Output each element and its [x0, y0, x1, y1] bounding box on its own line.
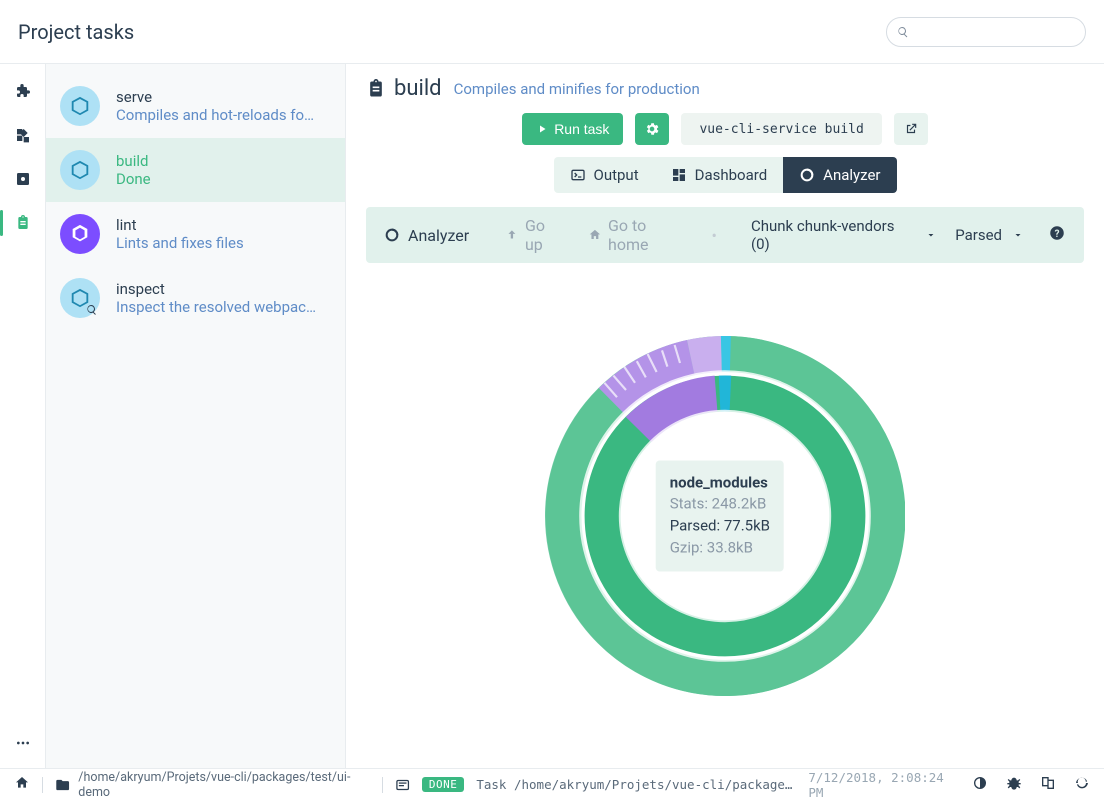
rail-more[interactable] [12, 732, 34, 754]
cube-icon [60, 150, 100, 190]
task-desc: Inspect the resolved webpac… [116, 298, 316, 316]
cube-icon [60, 86, 100, 126]
search-input[interactable] [886, 17, 1086, 47]
gear-icon [644, 121, 660, 137]
task-subtitle: Compiles and minifies for production [454, 80, 700, 98]
home-icon [588, 228, 602, 242]
open-external-button[interactable] [894, 113, 928, 145]
settings-app-icon [15, 171, 31, 187]
command-label: vue-cli-service build [681, 113, 881, 145]
status-badge: DONE [422, 777, 465, 792]
view-tabs: Output Dashboard Analyzer [366, 157, 1084, 193]
translate-icon [1040, 775, 1056, 791]
bug-icon [1006, 775, 1022, 791]
status-bug-button[interactable] [1006, 775, 1022, 795]
go-home-button[interactable]: Go to home [588, 216, 689, 254]
log-icon [395, 777, 410, 793]
tab-dashboard[interactable]: Dashboard [655, 157, 784, 193]
rail-deps[interactable] [12, 124, 34, 146]
task-name: lint [116, 216, 244, 234]
task-name: serve [116, 88, 314, 106]
nav-rail [0, 64, 46, 768]
chart-tooltip: node_modules Stats: 248.2kB Parsed: 77.5… [656, 460, 784, 571]
arrow-up-icon [505, 228, 519, 242]
rail-plugins[interactable] [12, 80, 34, 102]
task-title: build [366, 76, 442, 101]
cube-search-icon [60, 278, 100, 318]
tasks-list: serve Compiles and hot-reloads fo… build… [46, 64, 346, 768]
page-title: Project tasks [18, 20, 134, 44]
status-cwd[interactable]: /home/akryum/Projets/vue-cli/packages/te… [78, 770, 369, 800]
go-up-button[interactable]: Go up [505, 216, 566, 254]
rail-tasks[interactable] [12, 212, 34, 234]
status-home-button[interactable] [14, 775, 30, 795]
help-icon: ? [1048, 224, 1066, 242]
play-icon [536, 123, 548, 135]
tab-analyzer[interactable]: Analyzer [783, 157, 896, 193]
puzzle-icon [15, 83, 31, 99]
status-refresh-button[interactable] [1074, 775, 1090, 795]
task-settings-button[interactable] [635, 113, 669, 145]
task-item-serve[interactable]: serve Compiles and hot-reloads fo… [46, 74, 345, 138]
chevron-down-icon [1012, 229, 1024, 241]
task-item-inspect[interactable]: inspect Inspect the resolved webpac… [46, 266, 345, 330]
rail-config[interactable] [12, 168, 34, 190]
donut-icon [384, 227, 400, 243]
help-button[interactable]: ? [1048, 224, 1066, 246]
analyzer-toolbar: Analyzer Go up Go to home • Chunk chunk-… [366, 207, 1084, 263]
folder-icon [55, 777, 70, 793]
analyzer-title: Analyzer [408, 226, 469, 245]
tab-output[interactable]: Output [554, 157, 655, 193]
chunk-dropdown[interactable]: Chunk chunk-vendors (0) [751, 217, 937, 253]
dashboard-icon [671, 167, 687, 183]
refresh-icon [1074, 775, 1090, 791]
task-desc: Compiles and hot-reloads fo… [116, 106, 314, 124]
svg-text:?: ? [1055, 229, 1060, 240]
status-time: 7/12/2018, 2:08:24 PM [808, 770, 960, 800]
more-icon [15, 735, 31, 751]
task-name: build [116, 152, 151, 170]
clipboard-icon [366, 79, 386, 99]
home-icon [14, 775, 30, 791]
terminal-icon [570, 167, 586, 183]
external-link-icon [904, 122, 918, 136]
task-item-build[interactable]: build Done [46, 138, 345, 202]
task-name: inspect [116, 280, 316, 298]
contrast-icon [972, 775, 988, 791]
status-locale-button[interactable] [1040, 775, 1056, 795]
donut-icon [799, 167, 815, 183]
task-item-lint[interactable]: lint Lints and fixes files [46, 202, 345, 266]
widgets-icon [15, 127, 31, 143]
run-task-button[interactable]: Run task [522, 113, 623, 145]
task-desc: Lints and fixes files [116, 234, 244, 252]
chevron-down-icon [925, 229, 937, 241]
status-log[interactable]: Task /home/akryum/Projets/vue-cli/packag… [476, 777, 796, 792]
status-bar: /home/akryum/Projets/vue-cli/packages/te… [0, 768, 1104, 800]
status-theme-button[interactable] [972, 775, 988, 795]
search-icon [897, 26, 909, 38]
task-desc: Done [116, 170, 151, 188]
sunburst-chart[interactable]: node_modules Stats: 248.2kB Parsed: 77.5… [366, 263, 1084, 768]
hex-icon [60, 214, 100, 254]
clipboard-icon [15, 215, 31, 231]
mode-dropdown[interactable]: Parsed [955, 226, 1024, 244]
